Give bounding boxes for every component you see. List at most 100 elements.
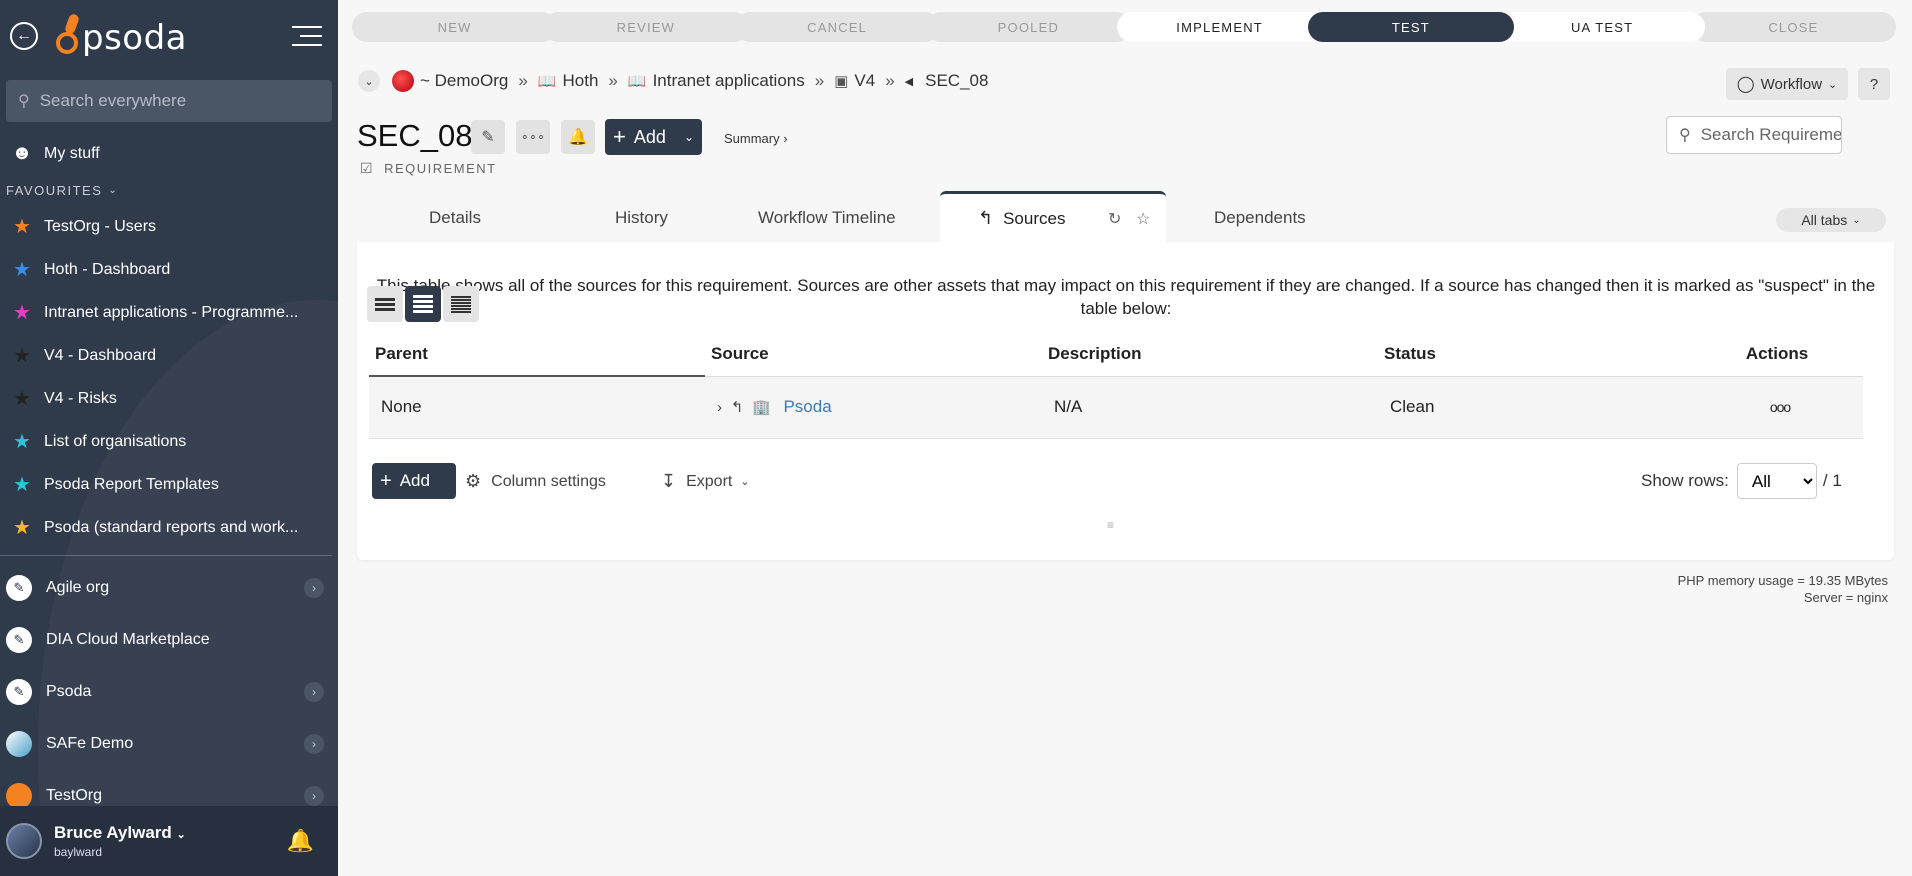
psoda-logo[interactable]: psoda — [54, 12, 187, 58]
tab-history[interactable]: History — [615, 208, 668, 228]
add-button[interactable]: + Add ⌄ — [605, 119, 702, 155]
workflow-step-review[interactable]: REVIEW — [543, 12, 749, 42]
favourite-item[interactable]: ★ Intranet applications - Programme... — [0, 291, 338, 334]
workflow-step-ua-test[interactable]: UA TEST — [1499, 12, 1705, 42]
favourite-item[interactable]: ★ Hoth - Dashboard — [0, 248, 338, 291]
sidebar-item-label: My stuff — [44, 144, 100, 162]
chevron-right-icon[interactable]: › — [304, 786, 324, 806]
requirement-search[interactable]: ⚲ — [1666, 116, 1842, 154]
star-icon: ★ — [13, 345, 31, 367]
show-rows-control: Show rows: All / 1 — [1641, 463, 1842, 499]
asset-type-label: REQUIREMENT — [384, 161, 497, 176]
favourite-item[interactable]: ★ V4 - Risks — [0, 377, 338, 420]
resize-handle-icon[interactable]: ≡ — [1107, 518, 1114, 532]
user-icon: ☻ — [11, 142, 33, 164]
caret-left-icon[interactable]: ◀ — [905, 75, 913, 88]
more-options-icon[interactable]: ∘∘∘ — [516, 120, 550, 154]
search-everywhere-input[interactable] — [39, 91, 300, 111]
tab-sources[interactable]: ↰ Sources ↻ ☆ — [940, 191, 1166, 243]
org-item[interactable]: ✎ Psoda › — [0, 666, 338, 718]
add-source-button[interactable]: + Add — [372, 463, 456, 499]
tab-details[interactable]: Details — [429, 208, 481, 228]
breadcrumb-org[interactable]: ~ DemoOrg — [420, 71, 508, 91]
org-label: Psoda — [46, 683, 92, 700]
org-item[interactable]: SAFe Demo › — [0, 718, 338, 770]
chevron-right-icon[interactable]: › — [304, 578, 324, 598]
column-header-parent[interactable]: Parent — [369, 332, 705, 377]
star-icon: ★ — [13, 388, 31, 410]
favourite-item[interactable]: ★ TestOrg - Users — [0, 205, 338, 248]
workflow-step-new[interactable]: NEW — [352, 12, 558, 42]
avatar — [6, 823, 42, 859]
download-icon: ↧ — [661, 471, 677, 491]
export-button[interactable]: ↧ Export ⌄ — [661, 471, 750, 492]
breadcrumb-label: V4 — [854, 71, 876, 90]
workflow-step-pooled[interactable]: POOLED — [925, 12, 1131, 42]
breadcrumb-item-intranet[interactable]: 📖 Intranet applications — [628, 71, 805, 91]
bell-icon[interactable]: 🔔 — [287, 828, 314, 854]
favourite-label: List of organisations — [44, 432, 187, 450]
favourite-item[interactable]: ★ Psoda (standard reports and work... — [0, 506, 338, 549]
favourite-label: Psoda Report Templates — [44, 475, 219, 493]
workflow-step-implement[interactable]: IMPLEMENT — [1117, 12, 1323, 42]
breadcrumb-item-hoth[interactable]: 📖 Hoth — [538, 71, 599, 91]
source-link[interactable]: Psoda — [783, 397, 831, 416]
org-icon: ✎ — [6, 679, 32, 705]
row-actions-icon[interactable]: ooo — [1685, 376, 1863, 439]
sidebar-item-my-stuff[interactable]: ☻ My stuff — [0, 132, 338, 175]
star-outline-icon[interactable]: ☆ — [1136, 209, 1150, 229]
edit-icon[interactable]: ✎ — [471, 120, 505, 154]
bell-icon[interactable]: 🔔 — [561, 120, 595, 154]
favourite-label: Hoth - Dashboard — [44, 260, 171, 278]
chevron-down-icon: ⌄ — [176, 829, 186, 841]
server-info: PHP memory usage = 19.35 MBytes Server =… — [1678, 572, 1888, 606]
back-icon[interactable]: ← — [10, 22, 38, 50]
favourite-label: Intranet applications - Programme... — [44, 303, 299, 321]
breadcrumb-item-v4[interactable]: ▣ V4 — [834, 71, 875, 91]
org-item[interactable]: ✎ Agile org › — [0, 562, 338, 614]
favourite-item[interactable]: ★ List of organisations — [0, 420, 338, 463]
view-normal-button[interactable] — [405, 286, 441, 322]
chevron-down-icon: ⌄ — [108, 184, 119, 196]
column-header-source[interactable]: Source — [705, 332, 1042, 377]
column-header-description[interactable]: Description — [1042, 332, 1378, 377]
user-panel[interactable]: Bruce Aylward ⌄ baylward 🔔 — [0, 806, 338, 876]
sidebar: ← psoda ⚲ ☻ My stuff FAVOURITES ⌄ ★ TestO… — [0, 0, 338, 876]
breadcrumb-label: Hoth — [562, 71, 599, 90]
tab-workflow-timeline[interactable]: Workflow Timeline — [758, 208, 896, 228]
org-item[interactable]: ✎ DIA Cloud Marketplace — [0, 614, 338, 666]
tab-dependents[interactable]: Dependents — [1214, 208, 1306, 228]
sidebar-search[interactable]: ⚲ — [6, 80, 332, 122]
chevron-right-icon[interactable]: › — [304, 734, 324, 754]
show-rows-select[interactable]: All — [1736, 463, 1817, 499]
workflow-step-close[interactable]: CLOSE — [1690, 12, 1896, 42]
menu-icon[interactable] — [292, 26, 322, 53]
workflow-icon: ◯ — [1736, 76, 1755, 93]
all-tabs-button[interactable]: All tabs ⌄ — [1776, 208, 1886, 232]
favourite-item[interactable]: ★ V4 - Dashboard — [0, 334, 338, 377]
breadcrumb-current: SEC_08 — [925, 71, 989, 90]
summary-link[interactable]: Summary › — [724, 131, 788, 146]
chevron-right-icon[interactable]: › — [717, 399, 722, 416]
view-compact-button[interactable] — [443, 286, 479, 322]
view-comfortable-button[interactable] — [367, 286, 403, 322]
org-label: Agile org — [46, 579, 110, 596]
sources-intro: This table shows all of the sources for … — [376, 276, 1876, 318]
book-icon: 📖 — [537, 73, 557, 90]
chevron-down-icon[interactable]: ⌄ — [358, 70, 380, 92]
chevron-right-icon[interactable]: › — [304, 682, 324, 702]
column-settings-button[interactable]: ⚙ Column settings — [465, 471, 606, 492]
book-icon: 📖 — [627, 73, 647, 90]
sources-panel: This table shows all of the sources for … — [357, 242, 1894, 560]
favourites-header[interactable]: FAVOURITES ⌄ — [0, 175, 338, 205]
search-requirements-input[interactable] — [1700, 125, 1841, 145]
column-header-status[interactable]: Status — [1378, 332, 1685, 377]
workflow-step-cancel[interactable]: CANCEL — [734, 12, 940, 42]
refresh-icon[interactable]: ↻ — [1108, 209, 1121, 229]
favourite-item[interactable]: ★ Psoda Report Templates — [0, 463, 338, 506]
search-icon: ⚲ — [1679, 127, 1691, 144]
help-button[interactable]: ? — [1858, 68, 1890, 100]
table-row: None › ↰ 🏢 Psoda N/A Clean ooo — [369, 376, 1863, 439]
workflow-button[interactable]: ◯ Workflow ⌄ — [1726, 68, 1848, 100]
workflow-step-test[interactable]: TEST — [1308, 12, 1514, 42]
